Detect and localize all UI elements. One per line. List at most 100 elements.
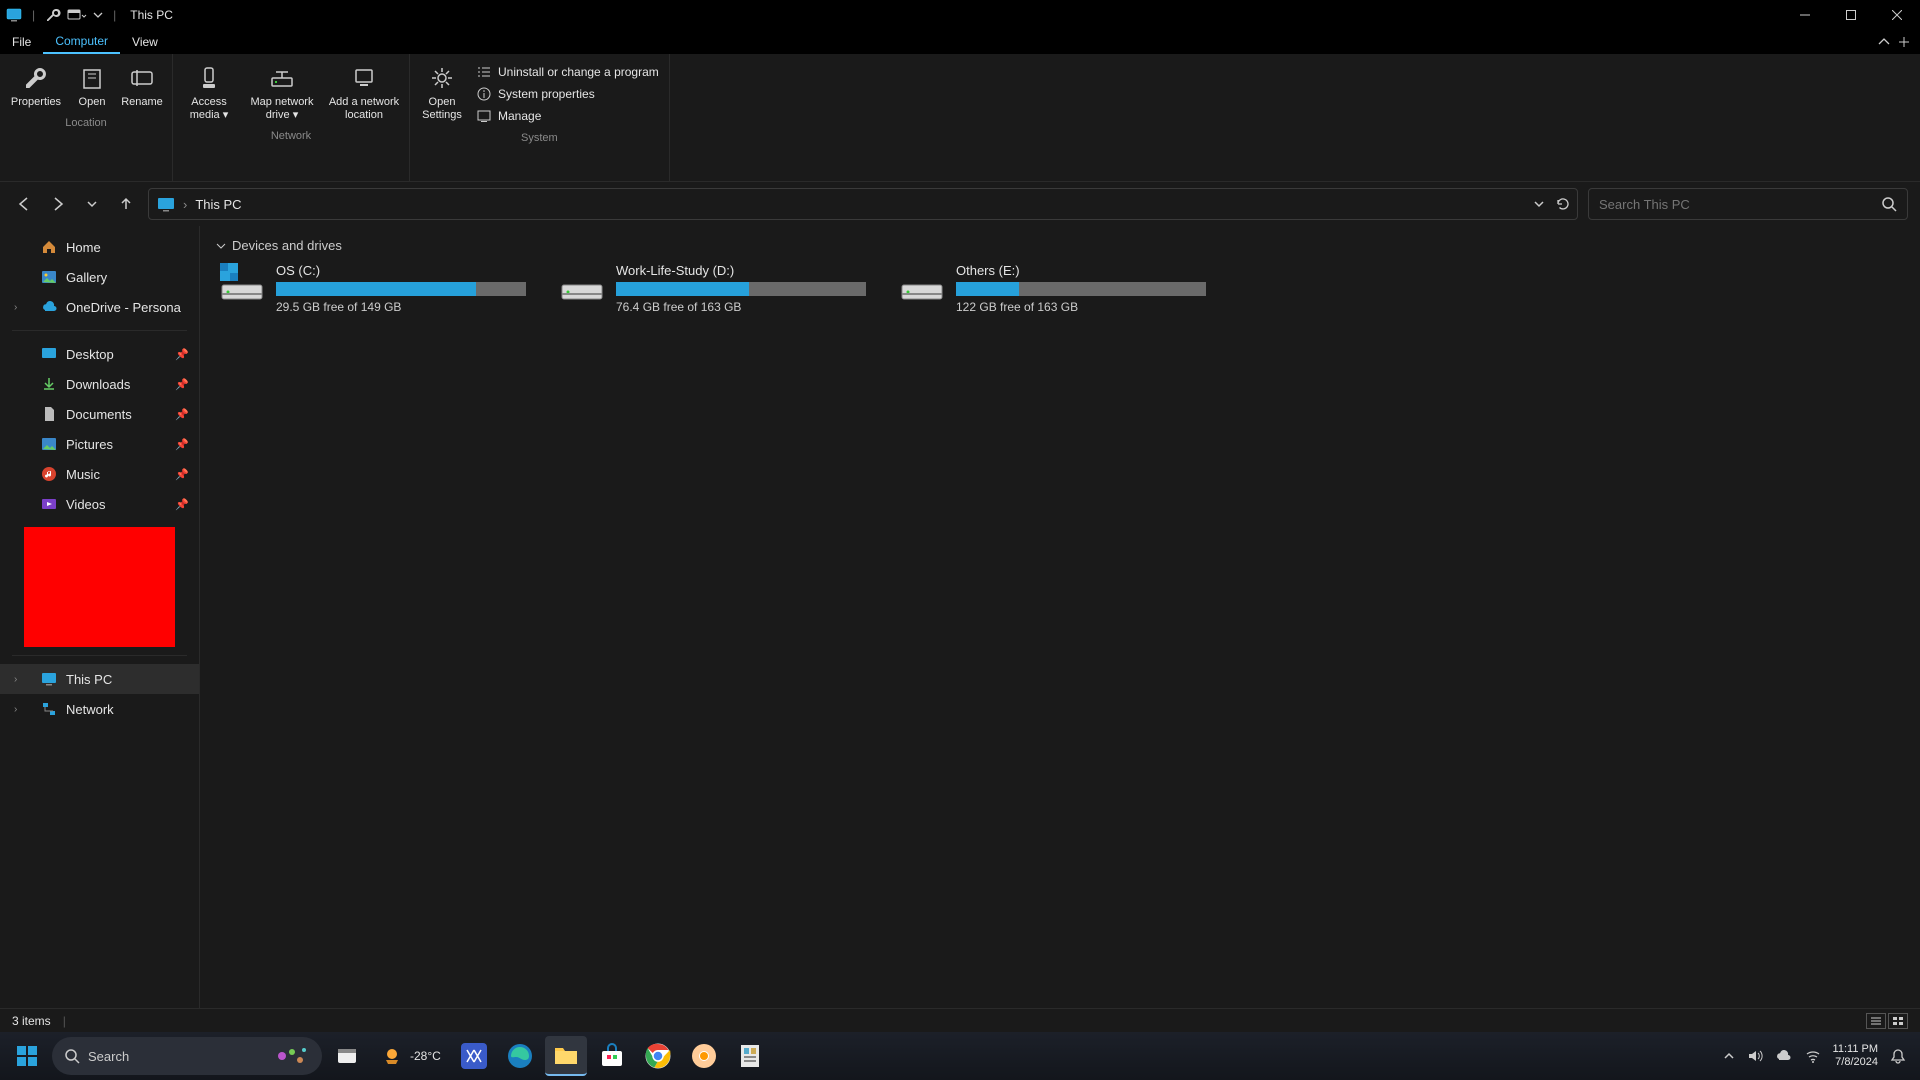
uninstall-program-button[interactable]: Uninstall or change a program [476,62,659,82]
new-tab-icon[interactable] [1898,36,1910,48]
chevron-down-icon[interactable] [93,10,103,20]
menu-computer[interactable]: Computer [43,30,120,54]
drive-free-text: 29.5 GB free of 149 GB [276,300,526,314]
close-button[interactable] [1874,0,1920,30]
label: This PC [66,672,112,687]
sidebar-pictures[interactable]: Pictures 📌 [0,429,199,459]
access-media-button[interactable]: Access media ▾ [177,60,241,126]
breadcrumb[interactable]: › This PC [148,188,1578,220]
system-properties-button[interactable]: System properties [476,84,659,104]
chevron-right-icon[interactable]: › [14,674,17,685]
minimize-button[interactable] [1782,0,1828,30]
search-icon [64,1048,80,1064]
qat-dropdown-icon[interactable] [67,7,87,23]
address-bar: › This PC [0,182,1920,226]
chevron-down-icon [216,241,226,251]
drive-item[interactable]: Others (E:) 122 GB free of 163 GB [896,263,1206,314]
label: Access media ▾ [179,96,239,122]
taskbar-explorer[interactable] [545,1036,587,1076]
drive-name: Others (E:) [956,263,1206,278]
sidebar-music[interactable]: Music 📌 [0,459,199,489]
search-box[interactable] [1588,188,1908,220]
pin-icon[interactable]: 📌 [175,468,189,481]
minimize-ribbon-icon[interactable] [1878,36,1890,48]
refresh-button[interactable] [1555,196,1571,212]
tray-time: 11:11 PM [1833,1043,1878,1056]
search-decoration-icon [272,1042,312,1070]
details-view-button[interactable] [1866,1013,1886,1029]
forward-button[interactable] [46,192,70,216]
drive-usage-bar [956,282,1206,296]
open-button[interactable]: Open [68,60,116,113]
pin-icon[interactable]: 📌 [175,438,189,451]
pin-icon[interactable]: 📌 [175,408,189,421]
tray-onedrive-icon[interactable] [1775,1049,1793,1063]
drive-item[interactable]: Work-Life-Study (D:) 76.4 GB free of 163… [556,263,866,314]
properties-button[interactable]: Properties [4,60,68,113]
taskbar-task-view[interactable] [326,1036,368,1076]
sidebar-network[interactable]: › Network [0,694,199,724]
chevron-right-icon[interactable]: › [14,302,17,313]
recent-dropdown-button[interactable] [80,192,104,216]
ribbon-group-label: Location [65,117,107,131]
taskbar-chrome[interactable] [637,1036,679,1076]
sidebar-gallery[interactable]: Gallery [0,262,199,292]
gear-icon [428,64,456,92]
open-settings-button[interactable]: Open Settings [414,60,470,128]
sidebar-videos[interactable]: Videos 📌 [0,489,199,519]
sidebar-documents[interactable]: Documents 📌 [0,399,199,429]
label: Add a network location [325,96,403,122]
map-network-drive-button[interactable]: Map network drive ▾ [241,60,323,126]
manage-icon [476,108,492,124]
search-input[interactable] [1599,197,1881,212]
sidebar-onedrive[interactable]: › OneDrive - Persona [0,292,199,322]
label: Properties [11,96,61,109]
label: Music [66,467,100,482]
drive-item[interactable]: OS (C:) 29.5 GB free of 149 GB [216,263,526,314]
sidebar-this-pc[interactable]: › This PC [0,664,199,694]
drive-free-text: 122 GB free of 163 GB [956,300,1206,314]
breadcrumb-current[interactable]: This PC [195,197,241,212]
search-icon[interactable] [1881,196,1897,212]
sidebar-home[interactable]: Home [0,232,199,262]
manage-button[interactable]: Manage [476,106,659,126]
tray-clock[interactable]: 11:11 PM 7/8/2024 [1833,1043,1878,1069]
network-location-icon [350,64,378,92]
up-button[interactable] [114,192,138,216]
tray-wifi-icon[interactable] [1805,1048,1821,1064]
pin-icon[interactable]: 📌 [175,378,189,391]
icons-view-button[interactable] [1888,1013,1908,1029]
taskbar-app-2[interactable] [729,1036,771,1076]
tray-volume-icon[interactable] [1747,1048,1763,1064]
menu-view[interactable]: View [120,31,170,53]
taskbar-chrome-canary[interactable] [683,1036,725,1076]
chevron-right-icon[interactable]: › [14,704,17,715]
menu-file[interactable]: File [0,31,43,53]
label: Downloads [66,377,130,392]
sidebar-desktop[interactable]: Desktop 📌 [0,339,199,369]
taskbar-store[interactable] [591,1036,633,1076]
this-pc-icon [157,195,175,213]
add-network-location-button[interactable]: Add a network location [323,60,405,126]
taskbar-app-1[interactable] [453,1036,495,1076]
back-button[interactable] [12,192,36,216]
maximize-button[interactable] [1828,0,1874,30]
taskbar-weather[interactable]: -28°C [372,1044,449,1068]
rename-button[interactable]: Rename [116,60,168,113]
this-pc-icon [6,7,22,23]
group-header[interactable]: Devices and drives [216,234,1904,263]
music-icon [40,465,58,483]
pin-icon[interactable]: 📌 [175,348,189,361]
drive-usage-bar [276,282,526,296]
taskbar-search[interactable]: Search [52,1037,322,1075]
info-icon [476,86,492,102]
tray-notifications-icon[interactable] [1890,1048,1906,1064]
tray-chevron-icon[interactable] [1723,1050,1735,1062]
pin-icon[interactable]: 📌 [175,498,189,511]
weather-icon [380,1044,404,1068]
label: Rename [121,96,163,109]
start-button[interactable] [6,1036,48,1076]
sidebar-downloads[interactable]: Downloads 📌 [0,369,199,399]
taskbar-edge[interactable] [499,1036,541,1076]
address-dropdown-icon[interactable] [1533,198,1545,210]
